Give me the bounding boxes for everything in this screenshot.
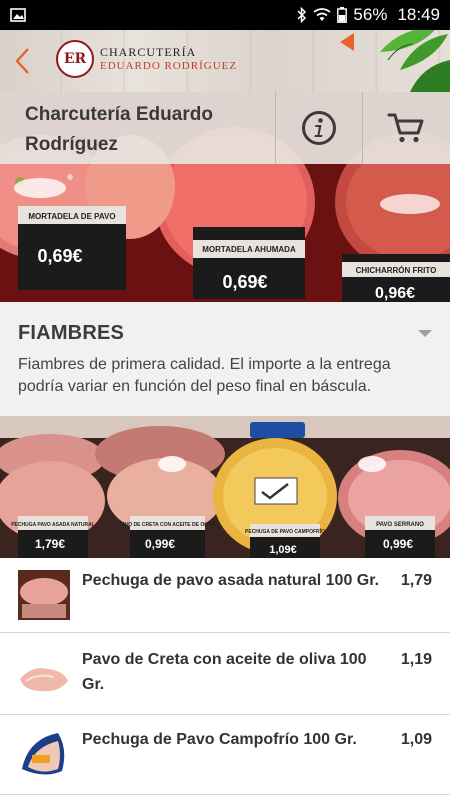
product-thumbnail — [18, 570, 70, 620]
category-section[interactable]: FIAMBRES Fiambres de primera calidad. El… — [0, 302, 450, 416]
banner-label-6: PAVO SERRANO — [376, 522, 424, 528]
battery-icon — [337, 7, 348, 23]
store-title-line2: Rodríguez — [25, 134, 118, 155]
back-button[interactable] — [8, 44, 36, 78]
info-icon — [302, 111, 336, 145]
banner-label-3: 0,99€ — [145, 537, 175, 551]
category-description: Fiambres de primera calidad. El importe … — [18, 356, 391, 395]
hero-label-2: MORTADELA AHUMADA — [202, 245, 296, 254]
store-title-bar: Charcutería Eduardo Rodríguez — [0, 92, 450, 164]
product-price: 1,09 — [400, 731, 432, 748]
product-row[interactable]: Pechuga de Pavo Campofrío 100 Gr. 1,09 — [0, 715, 450, 795]
product-thumbnail — [18, 651, 70, 701]
store-title-line1: Charcutería Eduardo — [25, 104, 213, 125]
product-price: 1,19 — [400, 651, 432, 668]
brand: ER CHARCUTERÍA EDUARDO RODRÍGUEZ — [56, 40, 237, 78]
product-list: Pechuga de pavo asada natural 100 Gr. 1,… — [0, 558, 450, 795]
product-row[interactable]: Pavo de Creta con aceite de oliva 100 Gr… — [0, 633, 450, 715]
image-notification-icon — [10, 8, 26, 22]
product-thumbnail — [18, 729, 70, 779]
hero-label-1: 0,69€ — [37, 246, 82, 266]
wifi-icon — [313, 8, 331, 22]
brand-name-line2: EDUARDO RODRÍGUEZ — [100, 59, 238, 72]
banner-label-1: 1,79€ — [35, 537, 65, 551]
banner-illustration: PECHUGA PAVO ASADA NATURAL 1,79€ PAVO DE… — [0, 416, 450, 558]
product-row[interactable]: Pechuga de pavo asada natural 100 Gr. 1,… — [0, 558, 450, 633]
brand-logo: ER — [56, 40, 94, 78]
store-title: Charcutería Eduardo Rodríguez — [0, 92, 275, 164]
product-name: Pavo de Creta con aceite de oliva 100 Gr… — [82, 651, 367, 693]
app-bar: ER CHARCUTERÍA EDUARDO RODRÍGUEZ — [0, 30, 450, 92]
leaves-decoration — [340, 30, 450, 92]
banner-label-7: 0,99€ — [383, 537, 413, 551]
status-bar: 56% 18:49 — [0, 0, 450, 30]
cart-button[interactable] — [362, 92, 449, 164]
banner-label-5: 1,09€ — [269, 544, 297, 556]
chevron-left-icon — [15, 48, 29, 74]
info-button[interactable] — [275, 92, 362, 164]
hero-label-0: MORTADELA DE PAVO — [28, 212, 115, 221]
banner-label-0: PECHUGA PAVO ASADA NATURAL — [11, 522, 95, 528]
caret-down-icon[interactable] — [418, 330, 432, 337]
category-banner-image: PECHUGA PAVO ASADA NATURAL 1,79€ PAVO DE… — [0, 416, 450, 558]
clock: 18:49 — [397, 5, 440, 24]
product-name: Pechuga de Pavo Campofrío 100 Gr. — [82, 731, 357, 748]
brand-logo-text: ER — [63, 51, 87, 67]
product-price: 1,79 — [400, 572, 432, 589]
category-title: FIAMBRES — [18, 322, 125, 344]
bluetooth-icon — [297, 7, 307, 23]
store-header: MORTADELA DE PAVO 0,69€ MORTADELA AHUMAD… — [0, 92, 450, 302]
banner-label-2: PAVO DE CRETA CON ACEITE DE OLIVA — [119, 522, 216, 528]
battery-percentage: 56% — [353, 5, 388, 24]
hero-label-5: 0,96€ — [375, 285, 415, 302]
cart-icon — [387, 113, 424, 143]
hero-label-3: 0,69€ — [222, 272, 267, 292]
product-name: Pechuga de pavo asada natural 100 Gr. — [82, 572, 380, 589]
brand-name-line1: CHARCUTERÍA — [100, 45, 197, 60]
banner-label-4: PECHUGA DE PAVO CAMPOFRÍO — [245, 527, 325, 535]
hero-label-4: CHICHARRÓN FRITO — [356, 266, 437, 275]
